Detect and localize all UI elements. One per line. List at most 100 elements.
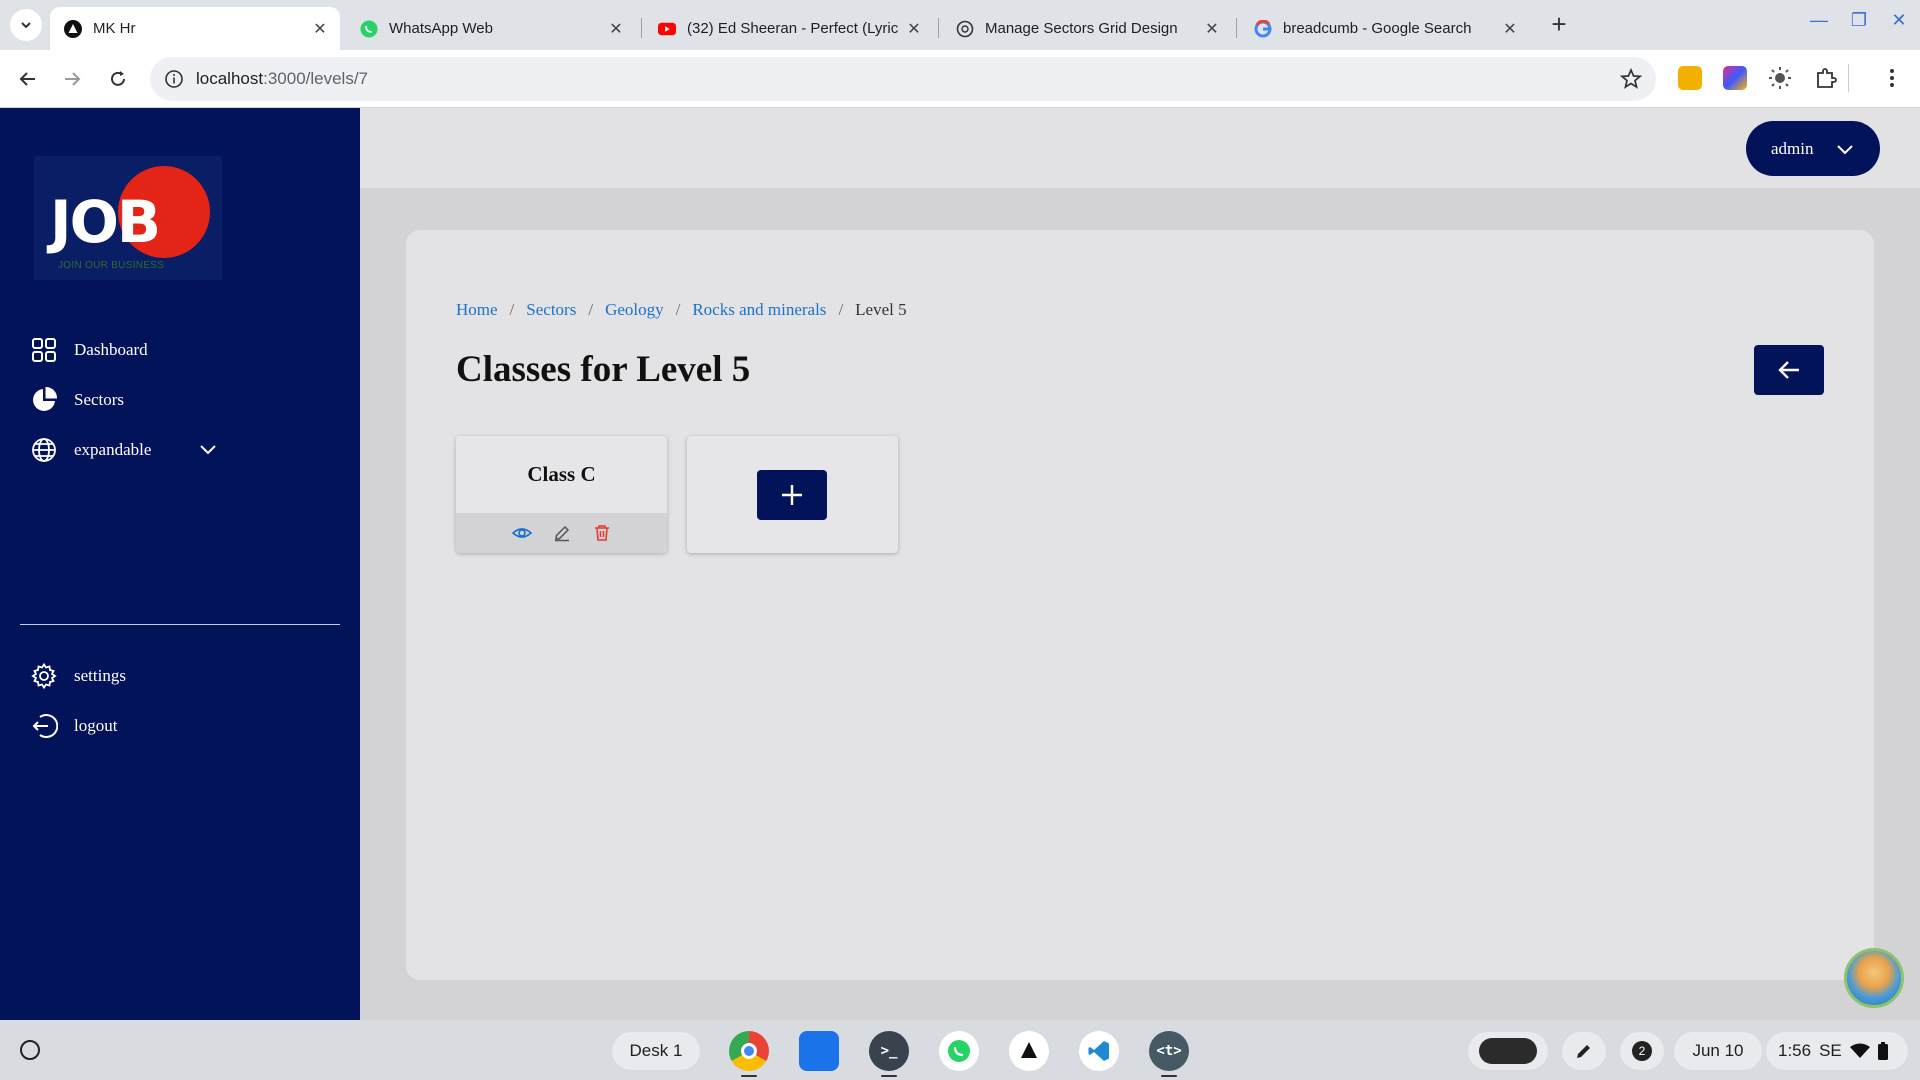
chatgpt-icon	[956, 20, 974, 38]
extension-colorful-icon[interactable]	[1723, 66, 1747, 90]
tab-title: (32) Ed Sheeran - Perfect (Lyric	[687, 20, 899, 37]
breadcrumb-link-rocks[interactable]: Rocks and minerals	[692, 300, 826, 320]
bookmark-star-icon[interactable]	[1619, 67, 1643, 95]
notification-tray[interactable]: 2	[1620, 1032, 1664, 1070]
main-area: admin Home / Sectors / Geology / Rocks a…	[360, 108, 1920, 1020]
files-app-icon[interactable]	[799, 1031, 839, 1071]
back-button[interactable]	[1754, 345, 1824, 395]
inkscape-app-icon[interactable]	[1009, 1031, 1049, 1071]
tab-close-icon[interactable]: ✕	[1498, 19, 1522, 39]
tab-title: MK Hr	[93, 20, 136, 37]
extension-honey-icon[interactable]	[1678, 66, 1702, 90]
sidebar: JOB JOIN OUR BUSINESS Dashboard Sectors …	[0, 108, 360, 1020]
notification-count-badge: 2	[1632, 1041, 1652, 1061]
app-logo[interactable]: JOB JOIN OUR BUSINESS	[34, 156, 222, 280]
os-shelf: Desk 1 >_ <t> 2 Jun 10 1:56 SE	[0, 1020, 1920, 1080]
restore-icon[interactable]: ❐	[1848, 10, 1870, 31]
terminal-app-icon[interactable]: >_	[869, 1031, 909, 1071]
tab-title: WhatsApp Web	[389, 20, 493, 37]
running-indicator	[881, 1075, 897, 1077]
url-host: localhost	[196, 69, 264, 88]
sidebar-item-label: logout	[74, 716, 118, 735]
tab-separator	[1236, 18, 1237, 38]
locale-indicator: SE	[1819, 1041, 1842, 1060]
running-indicator	[741, 1075, 757, 1077]
sidebar-item-sectors[interactable]: Sectors	[30, 383, 124, 417]
tab-title: breadcumb - Google Search	[1283, 20, 1472, 37]
globe-icon	[30, 436, 58, 464]
tab-close-icon[interactable]: ✕	[308, 19, 332, 39]
breadcrumb: Home / Sectors / Geology / Rocks and min…	[456, 300, 907, 320]
screen-capture-preview[interactable]	[1468, 1032, 1548, 1070]
toolbar-divider	[1848, 64, 1849, 92]
floating-avatar[interactable]	[1844, 948, 1904, 1008]
new-tab-button[interactable]: +	[1544, 10, 1574, 38]
tab-close-icon[interactable]: ✕	[902, 19, 926, 39]
chevron-down-icon	[1836, 140, 1854, 163]
tab-separator	[938, 18, 939, 38]
tab-whatsapp[interactable]: WhatsApp Web ✕	[346, 7, 636, 50]
close-window-icon[interactable]: ✕	[1888, 10, 1910, 31]
pen-icon	[1577, 1045, 1590, 1058]
delete-trash-icon[interactable]	[591, 522, 613, 544]
tab-youtube[interactable]: (32) Ed Sheeran - Perfect (Lyric ✕	[644, 7, 934, 50]
google-icon	[1254, 19, 1272, 38]
add-class-card	[687, 436, 898, 553]
sidebar-item-expandable[interactable]: expandable	[30, 433, 230, 467]
browser-toolbar: localhost:3000/levels/7	[0, 50, 1920, 108]
arrow-left-icon	[19, 72, 35, 86]
chevron-down-icon[interactable]	[198, 439, 218, 464]
breadcrumb-link-home[interactable]: Home	[456, 300, 498, 320]
sidebar-item-logout[interactable]: logout	[30, 709, 117, 743]
status-area[interactable]: 1:56 SE	[1766, 1032, 1908, 1070]
clock-time: 1:56	[1778, 1041, 1812, 1060]
triangle-logo-icon	[64, 19, 82, 38]
tab-mk-hr[interactable]: MK Hr ✕	[50, 7, 340, 50]
back-nav-button[interactable]	[13, 64, 43, 94]
view-eye-icon[interactable]	[511, 522, 533, 544]
tab-separator	[641, 18, 642, 38]
user-menu-button[interactable]: admin	[1746, 121, 1880, 176]
launcher-circle-icon[interactable]	[20, 1040, 40, 1060]
sidebar-item-dashboard[interactable]: Dashboard	[30, 333, 148, 367]
stylus-tools-button[interactable]	[1562, 1032, 1606, 1070]
running-indicator	[1161, 1075, 1177, 1077]
arrow-left-icon	[1778, 361, 1799, 379]
reload-icon	[111, 71, 125, 86]
tab-chatgpt[interactable]: Manage Sectors Grid Design ✕	[942, 7, 1232, 50]
breadcrumb-link-geology[interactable]: Geology	[605, 300, 664, 320]
page-title: Classes for Level 5	[456, 349, 751, 390]
breadcrumb-link-sectors[interactable]: Sectors	[526, 300, 576, 320]
chevron-down-icon	[21, 22, 31, 29]
tab-close-icon[interactable]: ✕	[604, 19, 628, 39]
minimize-icon[interactable]: —	[1808, 10, 1830, 31]
whatsapp-icon	[360, 20, 378, 38]
top-bar: admin	[360, 108, 1920, 188]
content-panel: Home / Sectors / Geology / Rocks and min…	[406, 230, 1874, 980]
tab-title: Manage Sectors Grid Design	[985, 20, 1178, 37]
sidebar-item-settings[interactable]: settings	[30, 659, 126, 693]
address-bar[interactable]: localhost:3000/levels/7	[150, 57, 1656, 101]
pie-chart-icon	[30, 386, 58, 414]
chrome-app-icon[interactable]	[729, 1031, 769, 1071]
dev-tools-app-icon[interactable]: <t>	[1149, 1031, 1189, 1071]
whatsapp-app-icon[interactable]	[939, 1031, 979, 1071]
vscode-app-icon[interactable]	[1079, 1031, 1119, 1071]
reload-button[interactable]	[103, 64, 133, 94]
extensions-puzzle-icon[interactable]	[1814, 66, 1838, 90]
browser-menu-icon[interactable]	[1880, 66, 1904, 90]
site-info-icon[interactable]	[164, 69, 184, 94]
desk-switcher[interactable]: Desk 1	[612, 1032, 700, 1070]
tab-search-button[interactable]	[10, 9, 42, 41]
date-display[interactable]: Jun 10	[1674, 1032, 1762, 1070]
extension-brightness-icon[interactable]	[1768, 66, 1792, 90]
breadcrumb-separator: /	[509, 300, 515, 319]
edit-pencil-icon[interactable]	[551, 522, 573, 544]
tab-google[interactable]: breadcumb - Google Search ✕	[1240, 7, 1530, 50]
forward-nav-button[interactable]	[57, 64, 87, 94]
grid-icon	[30, 336, 58, 364]
tab-close-icon[interactable]: ✕	[1200, 19, 1224, 39]
gear-icon	[30, 662, 58, 690]
add-class-button[interactable]	[757, 470, 827, 520]
browser-tabstrip: MK Hr ✕ WhatsApp Web ✕ (32) Ed Sheeran -…	[0, 0, 1920, 50]
